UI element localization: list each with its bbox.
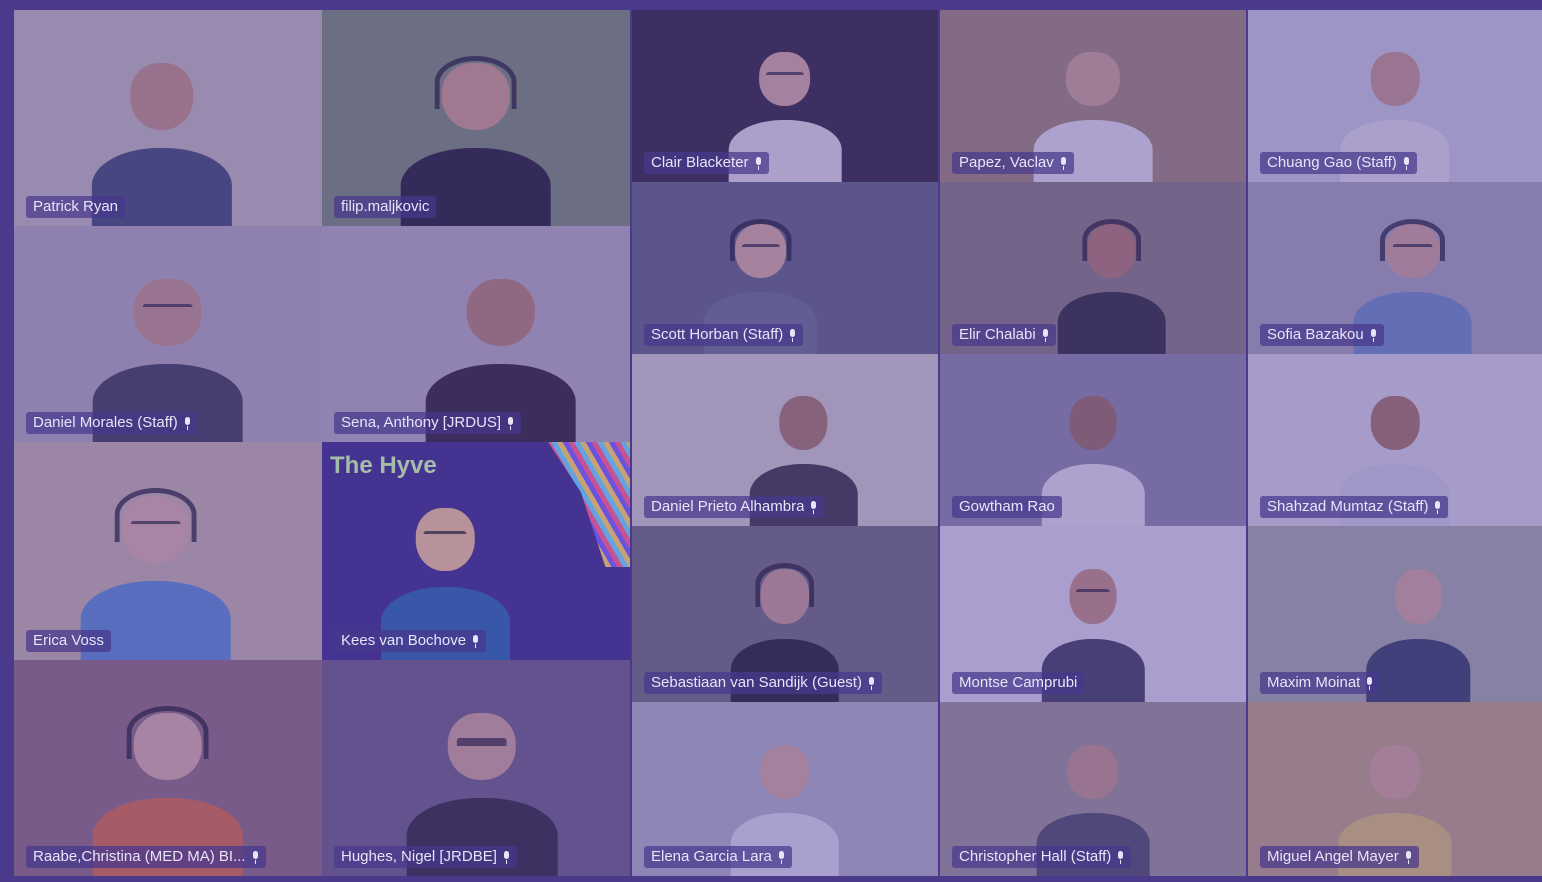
video-tile[interactable]: Montse Camprubi	[940, 526, 1246, 702]
video-tile[interactable]: filip.maljkovic	[322, 10, 630, 226]
mic-icon	[1403, 156, 1410, 170]
participant-name-label: Daniel Prieto Alhambra	[644, 496, 825, 518]
participant-name-label: Gowtham Rao	[952, 496, 1062, 518]
participant-name-label: Clair Blacketer	[644, 152, 769, 174]
participant-name: Daniel Prieto Alhambra	[651, 498, 805, 515]
mic-icon	[252, 850, 259, 864]
participant-name: Raabe,Christina (MED MA) BI...	[33, 848, 246, 865]
participant-name: Miguel Angel Mayer	[1267, 848, 1399, 865]
participant-name-label: Papez, Vaclav	[952, 152, 1074, 174]
mic-icon	[1405, 850, 1412, 864]
participant-name-label: Chuang Gao (Staff)	[1260, 152, 1417, 174]
participant-name-label: Hughes, Nigel [JRDBE]	[334, 846, 517, 868]
participant-name: filip.maljkovic	[341, 198, 430, 215]
video-tile[interactable]: Maxim Moinat	[1248, 526, 1542, 702]
participant-name: Patrick Ryan	[33, 198, 119, 215]
video-tile[interactable]: Sena, Anthony [JRDUS]	[322, 226, 630, 442]
participant-name: Maxim Moinat	[1267, 674, 1361, 691]
participant-name-label: Scott Horban (Staff)	[644, 324, 804, 346]
video-tile[interactable]: Elena Garcia Lara	[632, 702, 938, 876]
participant-name-label: Kees van Bochove	[334, 630, 487, 652]
participant-name: Daniel Morales (Staff)	[33, 414, 178, 431]
video-tile[interactable]: Clair Blacketer	[632, 10, 938, 182]
participant-name-label: Miguel Angel Mayer	[1260, 846, 1419, 868]
participant-name-label: Daniel Morales (Staff)	[26, 412, 198, 434]
participant-name: Erica Voss	[33, 632, 104, 649]
mic-icon	[1434, 500, 1441, 514]
participant-name-label: Sebastiaan van Sandijk (Guest)	[644, 672, 882, 694]
participant-name: Chuang Gao (Staff)	[1267, 154, 1397, 171]
participant-name: Papez, Vaclav	[959, 154, 1054, 171]
participant-name-label: Sofia Bazakou	[1260, 324, 1384, 346]
brand-logo-text: The Hyve	[330, 452, 437, 479]
participant-name-label: Patrick Ryan	[26, 196, 126, 218]
video-tile[interactable]: Christopher Hall (Staff)	[940, 702, 1246, 876]
participant-name: Christopher Hall (Staff)	[959, 848, 1112, 865]
participant-name-label: Maxim Moinat	[1260, 672, 1381, 694]
video-tile[interactable]: The Hyve Kees van Bochove	[322, 442, 630, 660]
participant-name: Hughes, Nigel [JRDBE]	[341, 848, 497, 865]
video-tile[interactable]: Scott Horban (Staff)	[632, 182, 938, 354]
mic-icon	[1370, 328, 1377, 342]
mic-icon	[789, 328, 796, 342]
mic-icon	[472, 634, 479, 648]
mic-icon	[503, 850, 510, 864]
video-tile[interactable]: Patrick Ryan	[14, 10, 322, 226]
participant-name: Sebastiaan van Sandijk (Guest)	[651, 674, 862, 691]
video-tile[interactable]: Daniel Prieto Alhambra	[632, 354, 938, 526]
mic-icon	[810, 500, 817, 514]
participant-name: Montse Camprubi	[959, 674, 1078, 691]
participant-name-label: Shahzad Mumtaz (Staff)	[1260, 496, 1449, 518]
participant-name: Elena Garcia Lara	[651, 848, 772, 865]
video-tile[interactable]: Elir Chalabi	[940, 182, 1246, 354]
video-tile[interactable]: Papez, Vaclav	[940, 10, 1246, 182]
video-tile[interactable]: Chuang Gao (Staff)	[1248, 10, 1542, 182]
participant-name-label: filip.maljkovic	[334, 196, 437, 218]
video-tile[interactable]: Miguel Angel Mayer	[1248, 702, 1542, 876]
participant-name: Sena, Anthony [JRDUS]	[341, 414, 502, 431]
participant-name-label: Elena Garcia Lara	[644, 846, 792, 868]
video-tile[interactable]: Sofia Bazakou	[1248, 182, 1542, 354]
mic-icon	[868, 676, 875, 690]
video-tile[interactable]: Gowtham Rao	[940, 354, 1246, 526]
mic-icon	[1042, 328, 1049, 342]
participant-name: Scott Horban (Staff)	[651, 326, 784, 343]
mic-icon	[507, 416, 514, 430]
video-grid: Patrick Ryan filip.maljkovic Daniel Mora…	[0, 0, 1542, 882]
participant-name: Sofia Bazakou	[1267, 326, 1364, 343]
participant-name-label: Elir Chalabi	[952, 324, 1056, 346]
video-tile[interactable]: Sebastiaan van Sandijk (Guest)	[632, 526, 938, 702]
participant-name-label: Erica Voss	[26, 630, 111, 652]
participant-name: Kees van Bochove	[341, 632, 467, 649]
participant-name-label: Montse Camprubi	[952, 672, 1085, 694]
mic-icon	[1117, 850, 1124, 864]
mic-icon	[184, 416, 191, 430]
participant-name-label: Raabe,Christina (MED MA) BI...	[26, 846, 266, 868]
video-tile[interactable]: Daniel Morales (Staff)	[14, 226, 322, 442]
participant-name: Shahzad Mumtaz (Staff)	[1267, 498, 1429, 515]
participant-avatar	[1047, 213, 1176, 354]
participant-name: Elir Chalabi	[959, 326, 1036, 343]
video-tile[interactable]: Shahzad Mumtaz (Staff)	[1248, 354, 1542, 526]
video-tile[interactable]: Raabe,Christina (MED MA) BI...	[14, 660, 322, 876]
mic-icon	[778, 850, 785, 864]
mic-icon	[1060, 156, 1067, 170]
participant-name: Clair Blacketer	[651, 154, 749, 171]
mic-icon	[1366, 676, 1373, 690]
mic-icon	[755, 156, 762, 170]
participant-name: Gowtham Rao	[959, 498, 1055, 515]
video-tile[interactable]: Hughes, Nigel [JRDBE]	[322, 660, 630, 876]
participant-name-label: Christopher Hall (Staff)	[952, 846, 1132, 868]
video-tile[interactable]: Erica Voss	[14, 442, 322, 660]
participant-name-label: Sena, Anthony [JRDUS]	[334, 412, 522, 434]
